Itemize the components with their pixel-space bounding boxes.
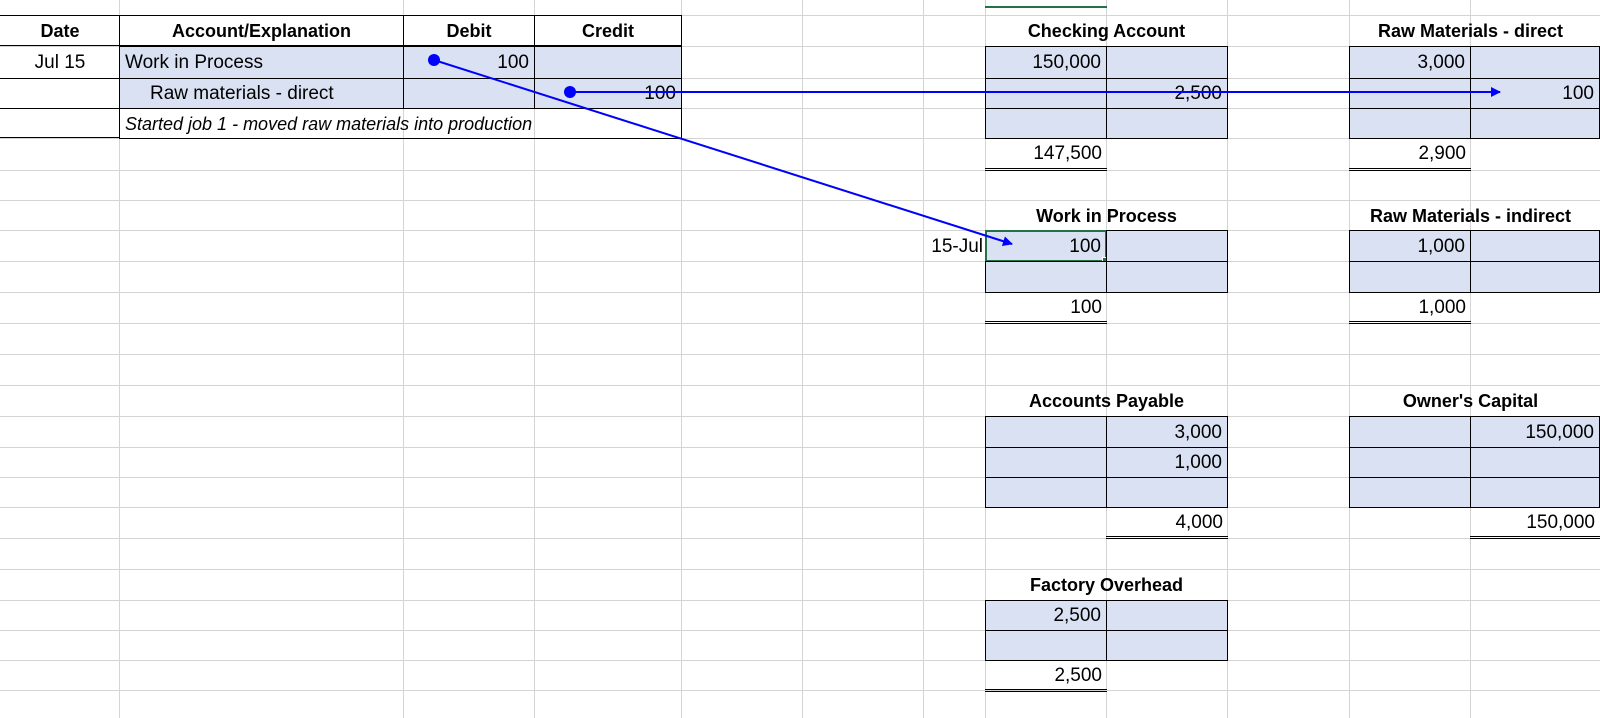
owners-capital-credit-3[interactable] (1470, 477, 1600, 508)
journal-credit-empty-cell[interactable] (534, 46, 682, 79)
checking-debit-1[interactable]: 150,000 (985, 46, 1107, 79)
raw-direct-debit-1[interactable]: 3,000 (1349, 46, 1471, 79)
t-account-title-ap[interactable]: Accounts Payable (985, 385, 1228, 416)
journal-header-debit[interactable]: Debit (403, 15, 535, 46)
checking-credit-3[interactable] (1106, 108, 1228, 139)
factory-overhead-balance[interactable]: 2,500 (985, 660, 1107, 692)
journal-header-account[interactable]: Account/Explanation (119, 15, 404, 46)
wip-credit-1[interactable] (1106, 230, 1228, 262)
owners-capital-balance[interactable]: 150,000 (1470, 507, 1600, 539)
wip-balance[interactable]: 100 (985, 292, 1107, 324)
raw-direct-debit-2[interactable] (1349, 78, 1471, 109)
journal-explanation[interactable]: Started job 1 - moved raw materials into… (119, 108, 682, 139)
checking-balance[interactable]: 147,500 (985, 138, 1107, 171)
ap-debit-1[interactable] (985, 416, 1107, 448)
checking-debit-2[interactable] (985, 78, 1107, 109)
t-account-title-factory-overhead[interactable]: Factory Overhead (985, 569, 1228, 600)
owners-capital-debit-1[interactable] (1349, 416, 1471, 448)
raw-direct-debit-3[interactable] (1349, 108, 1471, 139)
journal-entry-date[interactable]: Jul 15 (0, 46, 120, 78)
journal-date-empty-cell[interactable] (0, 78, 120, 109)
ap-debit-2[interactable] (985, 447, 1107, 478)
journal-header-credit[interactable]: Credit (534, 15, 682, 46)
ap-debit-3[interactable] (985, 477, 1107, 508)
journal-credit-amount[interactable]: 100 (534, 78, 682, 109)
ap-credit-1[interactable]: 3,000 (1106, 416, 1228, 448)
owners-capital-debit-2[interactable] (1349, 447, 1471, 478)
factory-overhead-debit-1[interactable]: 2,500 (985, 600, 1107, 631)
raw-direct-balance[interactable]: 2,900 (1349, 138, 1471, 171)
wip-date-label[interactable]: 15-Jul (923, 230, 985, 262)
checking-credit-2[interactable]: 2,500 (1106, 78, 1228, 109)
journal-debit-amount[interactable]: 100 (403, 46, 535, 79)
wip-debit-2[interactable] (985, 261, 1107, 293)
owners-capital-credit-1[interactable]: 150,000 (1470, 416, 1600, 448)
ap-balance[interactable]: 4,000 (1106, 507, 1228, 539)
column-selection-indicator (985, 0, 1107, 8)
factory-overhead-credit-1[interactable] (1106, 600, 1228, 631)
ap-credit-2[interactable]: 1,000 (1106, 447, 1228, 478)
t-account-title-raw-direct[interactable]: Raw Materials - direct (1349, 15, 1592, 46)
journal-header-date[interactable]: Date (0, 15, 120, 46)
raw-indirect-debit-2[interactable] (1349, 261, 1471, 293)
t-account-title-checking[interactable]: Checking Account (985, 15, 1228, 46)
ap-credit-3[interactable] (1106, 477, 1228, 508)
owners-capital-debit-3[interactable] (1349, 477, 1471, 508)
t-account-title-owners-capital[interactable]: Owner's Capital (1349, 385, 1592, 416)
owners-capital-credit-2[interactable] (1470, 447, 1600, 478)
raw-indirect-credit-2[interactable] (1470, 261, 1600, 293)
t-account-title-raw-indirect[interactable]: Raw Materials - indirect (1349, 200, 1592, 231)
raw-indirect-credit-1[interactable] (1470, 230, 1600, 262)
journal-credit-account[interactable]: Raw materials - direct (119, 78, 404, 109)
journal-debit-empty-cell[interactable] (403, 78, 535, 109)
raw-indirect-balance[interactable]: 1,000 (1349, 292, 1471, 324)
checking-debit-3[interactable] (985, 108, 1107, 139)
wip-credit-2[interactable] (1106, 261, 1228, 293)
factory-overhead-credit-2[interactable] (1106, 630, 1228, 661)
t-account-title-wip[interactable]: Work in Process (985, 200, 1228, 231)
factory-overhead-debit-2[interactable] (985, 630, 1107, 661)
raw-direct-credit-2[interactable]: 100 (1470, 78, 1600, 109)
checking-credit-1[interactable] (1106, 46, 1228, 79)
raw-indirect-debit-1[interactable]: 1,000 (1349, 230, 1471, 262)
raw-direct-credit-1[interactable] (1470, 46, 1600, 79)
journal-date-empty-cell[interactable] (0, 108, 120, 138)
journal-debit-account[interactable]: Work in Process (119, 46, 404, 79)
raw-direct-credit-3[interactable] (1470, 108, 1600, 139)
wip-debit-1-selected[interactable]: 100 (985, 230, 1107, 262)
